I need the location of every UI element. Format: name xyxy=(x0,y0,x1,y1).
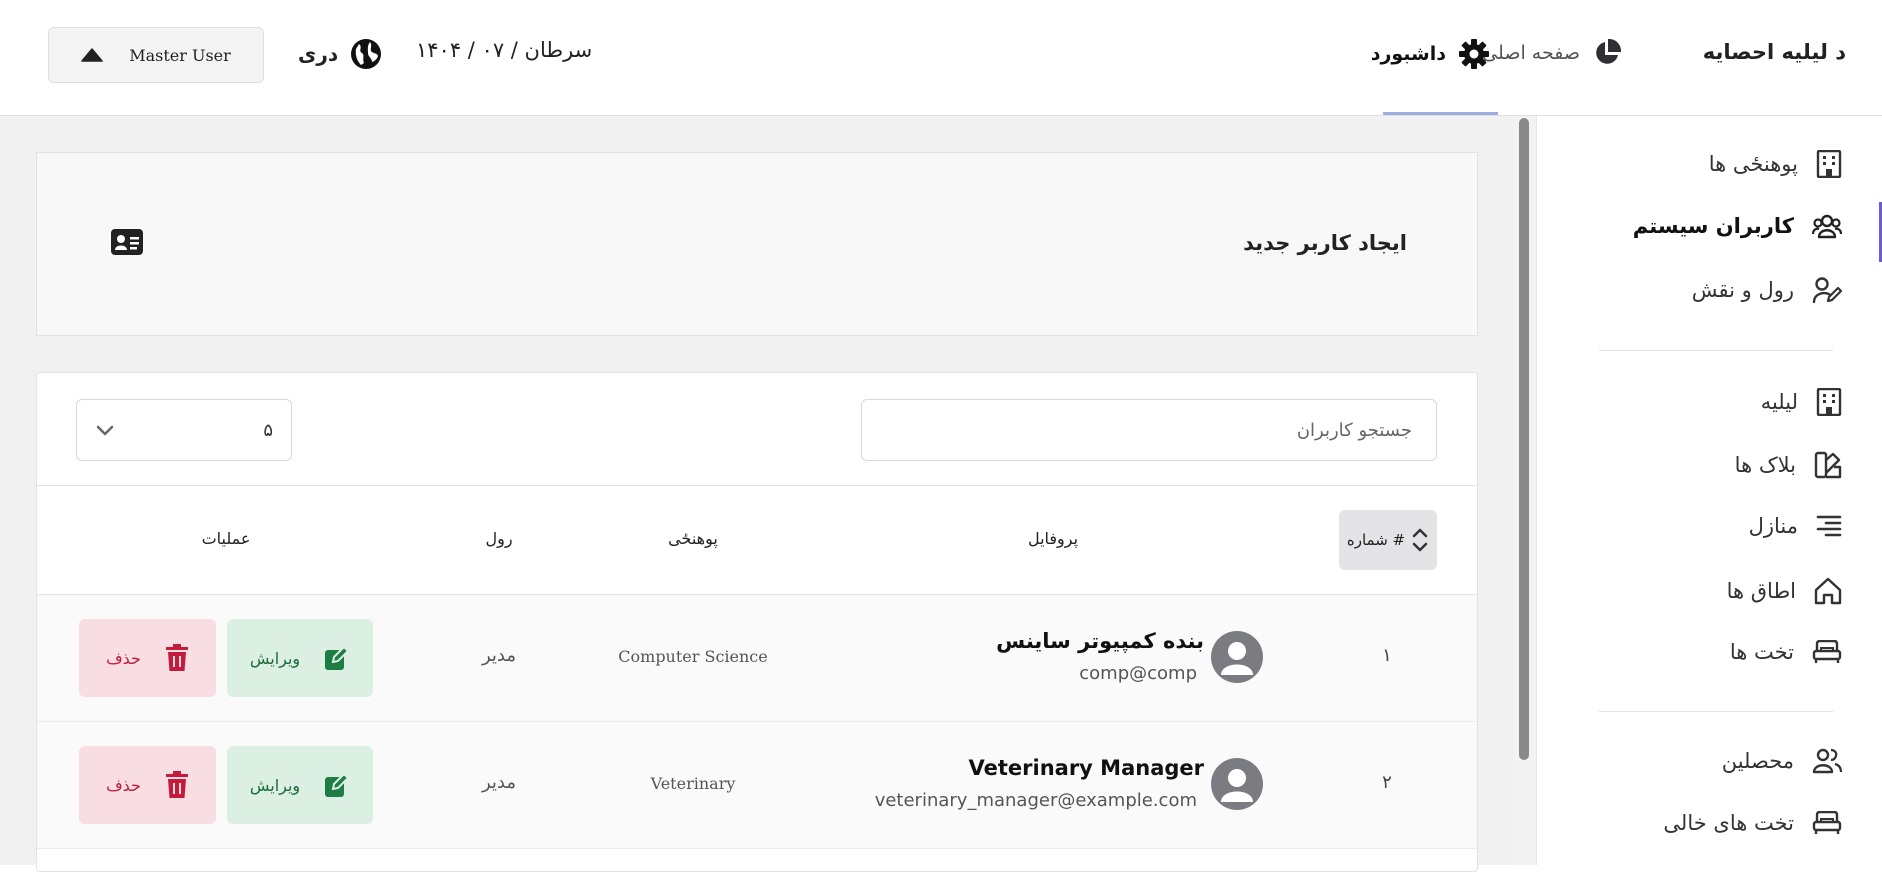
sidebar-item-label: تخت های خالی xyxy=(1663,811,1794,835)
users-icon xyxy=(1812,213,1842,239)
main-scrollbar-thumb[interactable] xyxy=(1519,118,1529,760)
sort-number-button[interactable]: شماره # xyxy=(1339,510,1437,570)
role-cell: مدیر xyxy=(481,772,517,793)
delete-button[interactable]: حذف xyxy=(79,619,216,697)
nav-dashboard-label: داشبورد xyxy=(1370,43,1446,65)
user-menu-button[interactable]: Master User xyxy=(48,27,264,83)
trash-icon xyxy=(165,644,189,672)
page-size-value: ۵ xyxy=(263,420,273,441)
nav-active-indicator xyxy=(1383,112,1498,115)
sidebar-item-system-users[interactable]: کاربران سیستم xyxy=(1633,213,1842,239)
sidebar-item-floors[interactable]: منازل xyxy=(1749,514,1842,538)
sidebar-item-label: تخت ها xyxy=(1729,640,1794,664)
sidebar-divider xyxy=(1599,711,1833,712)
avatar xyxy=(1211,631,1263,683)
id-card-icon xyxy=(111,229,143,255)
sidebar-item-faculties[interactable]: پوهنځی ها xyxy=(1709,150,1842,178)
profile-name: بنده کمپیوتر ساینس xyxy=(996,629,1204,653)
edit-label: ویرایش xyxy=(249,648,301,668)
edit-button[interactable]: ویرایش xyxy=(227,619,373,697)
delete-button[interactable]: حذف xyxy=(79,746,216,824)
sidebar-item-label: کاربران سیستم xyxy=(1632,214,1794,238)
trash-icon xyxy=(165,771,189,799)
sidebar-divider xyxy=(1599,350,1833,351)
current-date: ۱۴۰۴ / سرطان / ۰۷ xyxy=(416,38,593,62)
top-header: د لیلیه احصایه صفحه اصلی داشبورد ۱۴۰۴ / … xyxy=(0,0,1882,116)
sidebar-item-label: رول و نقش xyxy=(1691,278,1794,302)
sidebar-item-label: اطاق ها xyxy=(1726,579,1796,603)
sidebar-item-label: لیلیه xyxy=(1760,390,1798,414)
nav-dashboard-link[interactable]: داشبورد xyxy=(1371,38,1490,70)
header-profile: پروفایل xyxy=(1027,529,1079,548)
table-row: ۱ بنده کمپیوتر ساینس comp@comp Computer … xyxy=(37,595,1477,722)
main-content: ایجاد کاربر جدید ۵ شماره # پروفایل پوهنځ… xyxy=(0,116,1514,872)
header-faculty: پوهنځی xyxy=(668,529,718,548)
user-pen-icon xyxy=(1812,276,1842,304)
sidebar: پوهنځی ها کاربران سیستم رول و نقش لیلیه … xyxy=(1536,116,1882,865)
home-icon xyxy=(1814,577,1842,605)
create-user-title: ایجاد کاربر جدید xyxy=(1243,231,1407,255)
sidebar-item-beds[interactable]: تخت ها xyxy=(1730,640,1842,664)
building-icon xyxy=(1816,388,1842,416)
header-number: شماره # xyxy=(1346,531,1406,549)
profile-name: Veterinary Manager xyxy=(968,756,1204,780)
pie-chart-icon xyxy=(1592,38,1622,68)
search-input[interactable] xyxy=(861,399,1437,461)
nav-home-label: صفحه اصلی xyxy=(1482,42,1580,64)
swatch-book-icon xyxy=(1814,451,1842,479)
users-icon xyxy=(1812,748,1842,774)
header-actions: عملیات xyxy=(201,529,251,548)
gear-icon xyxy=(1458,38,1490,70)
sidebar-item-label: بلاک ها xyxy=(1734,453,1796,477)
delete-label: حذف xyxy=(106,775,141,795)
row-number: ۱ xyxy=(1382,645,1392,666)
avatar xyxy=(1211,758,1263,810)
sidebar-item-students[interactable]: محصلین xyxy=(1722,748,1842,774)
role-cell: مدیر xyxy=(481,645,517,666)
globe-icon xyxy=(350,38,382,70)
faculty-cell: Veterinary xyxy=(650,774,736,793)
profile-email: comp@comp xyxy=(1079,663,1197,684)
table-row: ۲ Veterinary Manager veterinary_manager@… xyxy=(37,722,1477,849)
nav-home-link[interactable]: صفحه اصلی xyxy=(1482,38,1622,68)
language-selector[interactable]: دری xyxy=(298,38,382,70)
edit-icon xyxy=(324,772,350,798)
create-user-card[interactable]: ایجاد کاربر جدید xyxy=(36,152,1478,336)
edit-icon xyxy=(324,645,350,671)
sidebar-item-rooms[interactable]: اطاق ها xyxy=(1727,577,1842,605)
faculty-cell: Computer Science xyxy=(618,647,768,666)
sidebar-item-empty-beds[interactable]: تخت های خالی xyxy=(1663,811,1842,835)
sidebar-item-label: محصلین xyxy=(1721,749,1794,773)
row-number: ۲ xyxy=(1382,772,1392,793)
triangle-up-icon xyxy=(81,48,103,62)
edit-button[interactable]: ویرایش xyxy=(227,746,373,824)
delete-label: حذف xyxy=(106,648,141,668)
sidebar-item-label: پوهنځی ها xyxy=(1708,152,1798,176)
building-icon xyxy=(1816,150,1842,178)
align-right-icon xyxy=(1816,514,1842,538)
sidebar-item-dormitory[interactable]: لیلیه xyxy=(1761,388,1842,416)
edit-label: ویرایش xyxy=(249,775,301,795)
app-brand[interactable]: د لیلیه احصایه xyxy=(1703,40,1846,64)
language-label: دری xyxy=(298,42,339,66)
sidebar-item-blocks[interactable]: بلاک ها xyxy=(1735,451,1842,479)
header-role: رول xyxy=(485,529,513,548)
sidebar-item-roles[interactable]: رول و نقش xyxy=(1692,276,1842,304)
profile-email: veterinary_manager@example.com xyxy=(874,790,1197,811)
table-header: شماره # پروفایل پوهنځی رول عملیات xyxy=(37,485,1477,595)
sort-icon xyxy=(1411,526,1429,554)
page-size-select[interactable]: ۵ xyxy=(76,399,292,461)
user-name: Master User xyxy=(129,45,231,65)
bed-icon xyxy=(1812,640,1842,664)
chevron-down-icon xyxy=(95,420,115,440)
users-table-card: ۵ شماره # پروفایل پوهنځی رول عملیات ۱ بن xyxy=(36,372,1478,872)
sidebar-item-label: منازل xyxy=(1748,514,1798,538)
bed-icon xyxy=(1812,811,1842,835)
